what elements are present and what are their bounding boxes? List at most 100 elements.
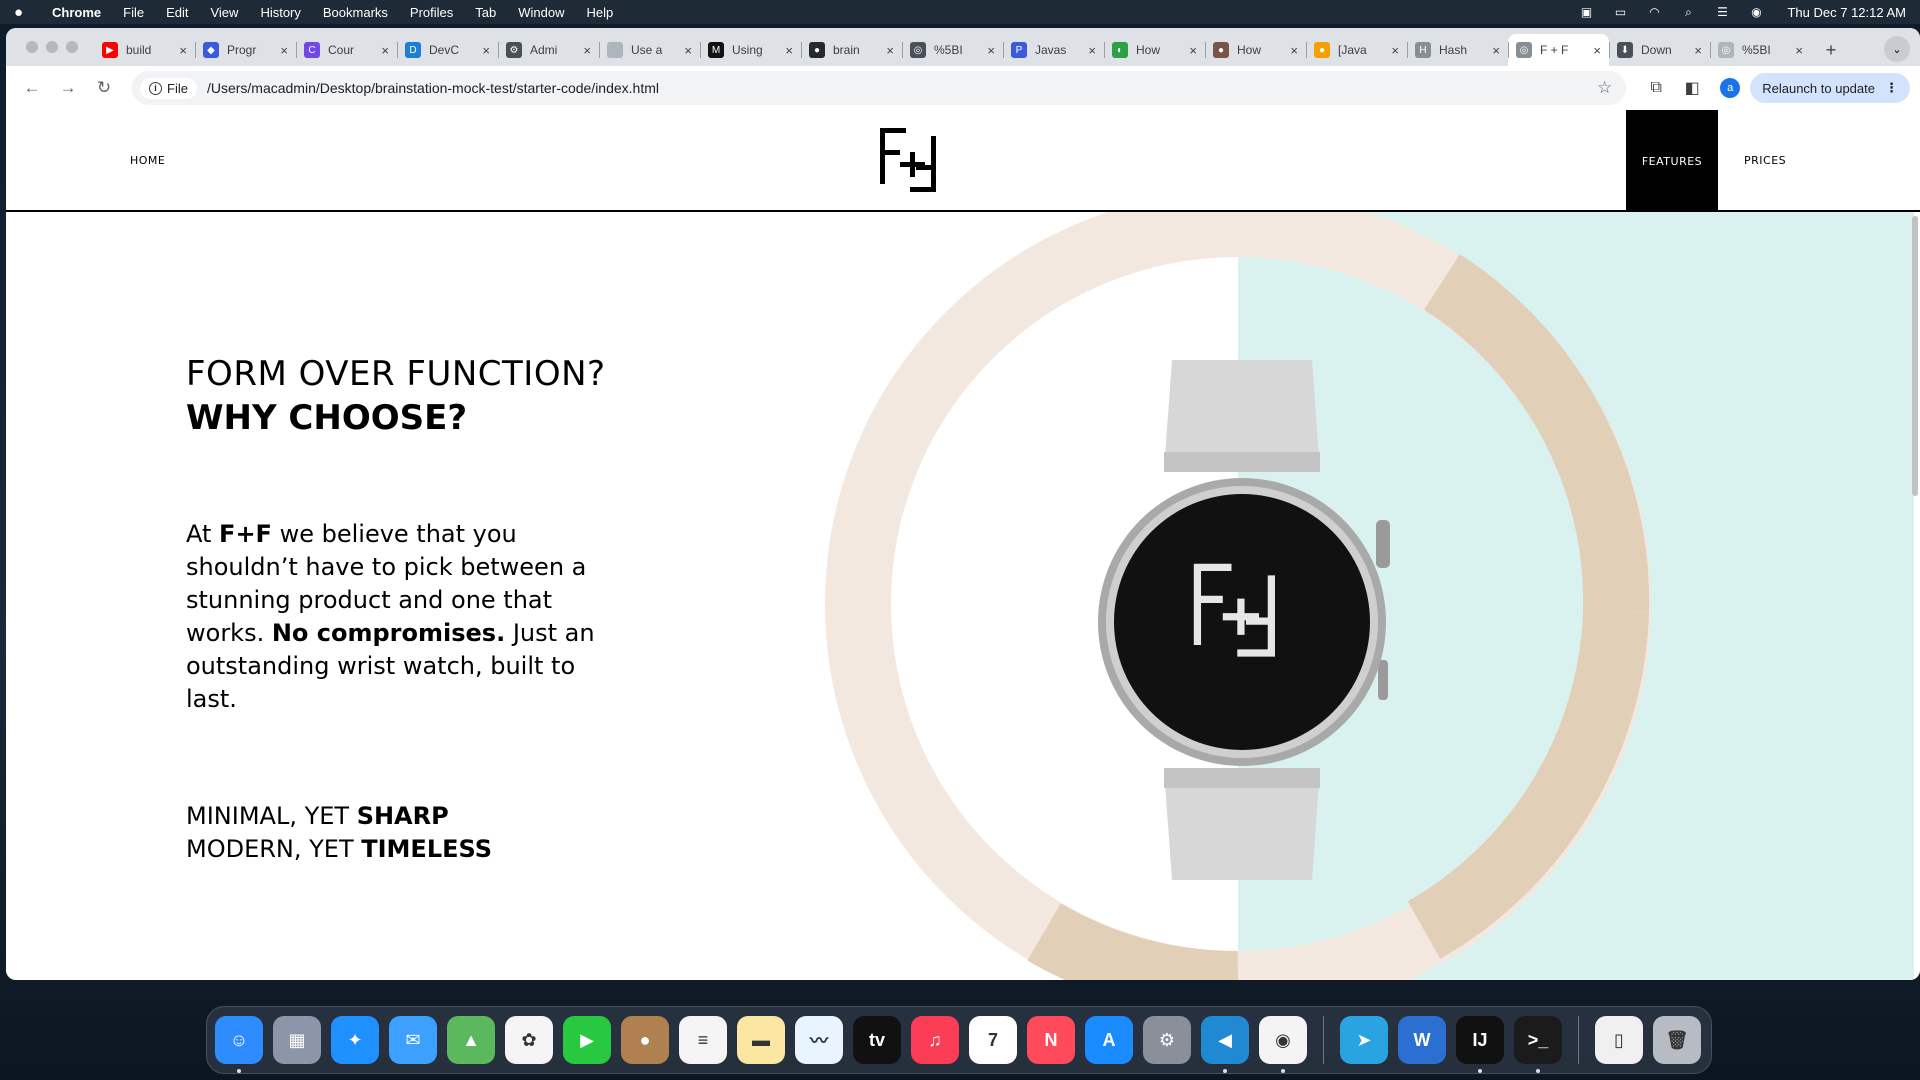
menu-edit[interactable]: Edit: [166, 5, 188, 20]
tab-close-icon[interactable]: ×: [1290, 43, 1298, 58]
dock-document-icon[interactable]: ▯: [1595, 1016, 1643, 1064]
url-text[interactable]: /Users/macadmin/Desktop/brainstation-moc…: [207, 80, 1597, 96]
tab-close-icon[interactable]: ×: [1694, 43, 1702, 58]
app-status-icon[interactable]: ▣: [1577, 5, 1595, 19]
menu-help[interactable]: Help: [587, 5, 614, 20]
tab-search-button[interactable]: ⌄: [1884, 36, 1910, 62]
tab-close-icon[interactable]: ×: [381, 43, 389, 58]
browser-tab[interactable]: ◆ Progr ×: [195, 34, 296, 66]
tab-close-icon[interactable]: ×: [583, 43, 591, 58]
dock-maps-icon[interactable]: ▲: [447, 1016, 495, 1064]
battery-icon[interactable]: ▭: [1611, 5, 1629, 19]
page-scrollbar[interactable]: [1912, 216, 1918, 496]
tab-title: Progr: [227, 43, 257, 57]
nav-home-link[interactable]: HOME: [130, 154, 165, 167]
siri-icon[interactable]: ◉: [1747, 5, 1765, 19]
address-bar[interactable]: i File /Users/macadmin/Desktop/brainstat…: [132, 71, 1627, 105]
tab-close-icon[interactable]: ×: [684, 43, 692, 58]
menu-view[interactable]: View: [210, 5, 238, 20]
menu-file[interactable]: File: [123, 5, 144, 20]
dock-calendar-icon[interactable]: 7: [969, 1016, 1017, 1064]
dock-music-icon[interactable]: ♫: [911, 1016, 959, 1064]
tab-active[interactable]: ◎ F + F ×: [1508, 34, 1609, 66]
browser-tab[interactable]: ● [Java ×: [1306, 34, 1407, 66]
tab-close-icon[interactable]: ×: [482, 43, 490, 58]
new-tab-button[interactable]: +: [1817, 36, 1845, 64]
browser-tab[interactable]: ● brain ×: [801, 34, 902, 66]
dock-news-icon[interactable]: N: [1027, 1016, 1075, 1064]
tab-close-icon[interactable]: ×: [1391, 43, 1399, 58]
browser-tab[interactable]: M Using ×: [700, 34, 801, 66]
dock-intellij-icon[interactable]: IJ: [1456, 1016, 1504, 1073]
close-window-button[interactable]: [26, 41, 38, 53]
dock-telegram-icon[interactable]: ➤: [1340, 1016, 1388, 1064]
apple-menu-icon[interactable]: ●: [14, 4, 32, 21]
dock-freeform-icon[interactable]: 〰: [795, 1016, 843, 1064]
nav-features-link[interactable]: FEATURES: [1626, 110, 1718, 212]
browser-tab[interactable]: ◎ %5BI ×: [902, 34, 1003, 66]
dock-finder-icon[interactable]: ☺: [215, 1016, 263, 1073]
tab-close-icon[interactable]: ×: [1593, 43, 1601, 58]
tab-close-icon[interactable]: ×: [987, 43, 995, 58]
dock-vscode-icon[interactable]: ◀: [1201, 1016, 1249, 1073]
dock-contacts-icon[interactable]: ●: [621, 1016, 669, 1064]
dock-system-settings-icon[interactable]: ⚙: [1143, 1016, 1191, 1064]
browser-tab[interactable]: P Javas ×: [1003, 34, 1104, 66]
browser-tab[interactable]: ⚙ Admi ×: [498, 34, 599, 66]
tab-close-icon[interactable]: ×: [179, 43, 187, 58]
browser-tab[interactable]: ▶ build ×: [94, 34, 195, 66]
browser-tab[interactable]: ◎ %5BI ×: [1710, 34, 1811, 66]
tab-close-icon[interactable]: ×: [886, 43, 894, 58]
dock-trash-icon[interactable]: 🗑: [1653, 1016, 1701, 1064]
browser-tab[interactable]: ⬇ Down ×: [1609, 34, 1710, 66]
more-menu-icon[interactable]: ⋮: [1885, 80, 1898, 96]
dock-photos-icon[interactable]: ✿: [505, 1016, 553, 1064]
nav-prices-link[interactable]: PRICES: [1744, 154, 1786, 167]
dock-facetime-icon[interactable]: ▶: [563, 1016, 611, 1064]
reload-icon[interactable]: ↻: [88, 72, 120, 104]
browser-tab[interactable]: C Cour ×: [296, 34, 397, 66]
browser-tab[interactable]: ● How ×: [1205, 34, 1306, 66]
ff-logo-icon[interactable]: [876, 124, 940, 196]
dock-launchpad-icon[interactable]: ▦: [273, 1016, 321, 1064]
dock-notes-icon[interactable]: ▬: [737, 1016, 785, 1064]
dock-safari-icon[interactable]: ✦: [331, 1016, 379, 1064]
dock-chrome-icon[interactable]: ◉: [1259, 1016, 1307, 1073]
menu-bookmarks[interactable]: Bookmarks: [323, 5, 388, 20]
extensions-puzzle-icon[interactable]: ⧉: [1640, 72, 1672, 104]
menu-app-chrome[interactable]: Chrome: [52, 5, 101, 20]
menu-window[interactable]: Window: [518, 5, 564, 20]
side-panel-icon[interactable]: ◧: [1676, 72, 1708, 104]
zoom-window-button[interactable]: [66, 41, 78, 53]
forward-arrow-icon[interactable]: →: [52, 72, 84, 104]
minimize-window-button[interactable]: [46, 41, 58, 53]
tab-close-icon[interactable]: ×: [1795, 43, 1803, 58]
browser-tab[interactable]: H Hash ×: [1407, 34, 1508, 66]
dock-mail-icon[interactable]: ✉: [389, 1016, 437, 1064]
relaunch-button[interactable]: Relaunch to update ⋮: [1750, 73, 1910, 103]
dock-app-store-icon[interactable]: A: [1085, 1016, 1133, 1064]
tab-close-icon[interactable]: ×: [1189, 43, 1197, 58]
tab-close-icon[interactable]: ×: [280, 43, 288, 58]
back-arrow-icon[interactable]: ←: [16, 72, 48, 104]
tab-close-icon[interactable]: ×: [785, 43, 793, 58]
tab-close-icon[interactable]: ×: [1088, 43, 1096, 58]
site-info-chip[interactable]: i File: [140, 77, 197, 99]
dock-word-icon[interactable]: W: [1398, 1016, 1446, 1064]
wifi-icon[interactable]: ◠: [1645, 5, 1663, 19]
control-center-icon[interactable]: ☰: [1713, 5, 1731, 19]
dock-reminders-icon[interactable]: ≡: [679, 1016, 727, 1064]
browser-tab[interactable]: ◐ How ×: [1104, 34, 1205, 66]
bookmark-star-icon[interactable]: ☆: [1597, 78, 1612, 98]
browser-tab[interactable]: Use a ×: [599, 34, 700, 66]
profile-avatar[interactable]: a: [1720, 78, 1741, 98]
menu-tab[interactable]: Tab: [475, 5, 496, 20]
spotlight-search-icon[interactable]: ⌕: [1679, 5, 1697, 19]
menu-history[interactable]: History: [260, 5, 300, 20]
dock-terminal-icon[interactable]: >_: [1514, 1016, 1562, 1073]
browser-tab[interactable]: D DevC ×: [397, 34, 498, 66]
tab-close-icon[interactable]: ×: [1492, 43, 1500, 58]
menu-profiles[interactable]: Profiles: [410, 5, 453, 20]
dock-tv-icon[interactable]: tv: [853, 1016, 901, 1064]
menubar-clock[interactable]: Thu Dec 7 12:12 AM: [1787, 5, 1906, 20]
